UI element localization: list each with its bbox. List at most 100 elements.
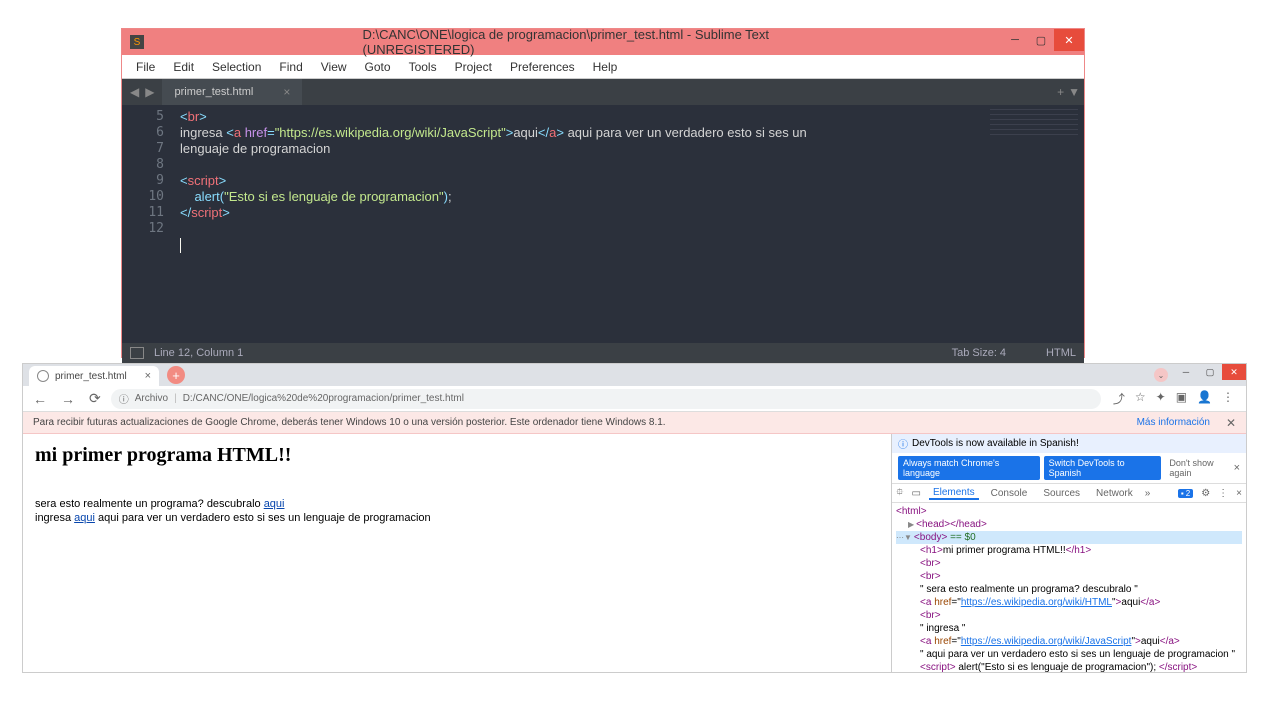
tab-search-icon[interactable]: ⌄ [1154,368,1168,382]
statusbar: Line 12, Column 1 Tab Size: 4 HTML [122,343,1084,363]
toolbar-actions: ⤴ ☆ ✦ ▣ 👤 ⋮ [1107,390,1240,407]
menu-preferences[interactable]: Preferences [502,58,583,76]
elements-tree[interactable]: <html> ▶<head></head> ⋯▼<body> == $0 <h1… [892,503,1246,672]
chrome-tabstrip: primer_test.html × + ⌄ ─ ▢ ✕ [23,364,1246,386]
page-link[interactable]: aqui [264,498,285,510]
menu-file[interactable]: File [128,58,163,76]
code-area[interactable]: <br> ingresa <a href="https://es.wikiped… [172,105,1084,343]
tab-title: primer_test.html [55,371,127,382]
menu-goto[interactable]: Goto [357,58,399,76]
sublime-tabbar: ◀ ▶ primer_test.html × + ▼ [122,79,1084,105]
banner-actions: Always match Chrome's language Switch De… [892,453,1246,483]
new-tab-icon[interactable]: + [1057,85,1064,99]
profile-icon[interactable]: 👤 [1197,390,1212,407]
tab-menu-icon[interactable]: ▼ [1068,85,1080,99]
window-controls: ─ ▢ ✕ [1002,33,1084,51]
tab-close-icon[interactable]: × [283,85,290,99]
menu-help[interactable]: Help [585,58,626,76]
info-icon[interactable]: ⓘ [119,391,129,406]
line-number: 11 [122,205,164,221]
devtools-language-banner: ⓘ DevTools is now available in Spanish! [892,434,1246,453]
line-number: 6 [122,125,164,141]
update-infobar: Para recibir futuras actualizaciones de … [23,412,1246,434]
line-number: 8 [122,157,164,173]
issues-badge[interactable]: ▪ 2 [1178,489,1193,498]
forward-button[interactable]: → [57,391,79,407]
line-number: 5 [122,109,164,125]
infobar-close-icon[interactable]: ✕ [1226,416,1236,430]
tab-sources[interactable]: Sources [1039,488,1084,499]
tab-close-icon[interactable]: × [145,370,151,382]
page-link[interactable]: aqui [74,512,95,524]
sublime-title: D:\CANC\ONE\logica de programacion\prime… [363,27,844,57]
address-label: Archivo [135,393,168,404]
info-icon: ⓘ [898,436,908,451]
menu-view[interactable]: View [313,58,355,76]
favicon-icon [37,370,49,382]
sublime-text-window: S D:\CANC\ONE\logica de programacion\pri… [121,28,1085,358]
reload-button[interactable]: ⟳ [85,390,105,407]
switch-spanish-button[interactable]: Switch DevTools to Spanish [1044,456,1162,480]
maximize-button[interactable]: ▢ [1028,29,1054,51]
browser-tab[interactable]: primer_test.html × [29,366,159,386]
address-path: D:/CANC/ONE/logica%20de%20programacion/p… [183,393,464,404]
line-number: 9 [122,173,164,189]
match-language-button[interactable]: Always match Chrome's language [898,456,1040,480]
menu-edit[interactable]: Edit [165,58,202,76]
more-tabs-icon[interactable]: » [1145,488,1151,499]
nav-forward-icon[interactable]: ▶ [143,85,156,99]
banner-text: DevTools is now available in Spanish! [912,438,1079,449]
menu-icon[interactable]: ⋮ [1222,390,1234,407]
status-syntax[interactable]: HTML [1046,347,1076,359]
status-cursor-position: Line 12, Column 1 [154,347,243,359]
window-controls: ─ ▢ ✕ [1174,364,1246,380]
share-icon[interactable]: ⤴ [1113,390,1125,407]
device-icon[interactable]: ▭ [912,488,921,499]
minimize-button[interactable]: ─ [1174,364,1198,380]
inspect-icon[interactable]: ⯐ [896,485,904,502]
settings-icon[interactable]: ⚙ [1201,488,1210,499]
banner-close-icon[interactable]: × [1234,462,1240,474]
tab-network[interactable]: Network [1092,488,1137,499]
infobar-link[interactable]: Más información [1137,417,1210,428]
menu-selection[interactable]: Selection [204,58,269,76]
sublime-titlebar[interactable]: S D:\CANC\ONE\logica de programacion\pri… [122,29,1084,55]
text-cursor [180,238,181,253]
content-area: mi primer programa HTML!! sera esto real… [23,434,1246,672]
minimize-button[interactable]: ─ [1002,29,1028,51]
line-number: 12 [122,221,164,237]
devtools-panel: ⓘ DevTools is now available in Spanish! … [891,434,1246,672]
devtools-toolbar: ⯐ ▭ Elements Console Sources Network » ▪… [892,483,1246,503]
menu-tools[interactable]: Tools [401,58,445,76]
close-icon[interactable]: × [1236,488,1242,499]
back-button[interactable]: ← [29,391,51,407]
sublime-menubar: File Edit Selection Find View Goto Tools… [122,55,1084,79]
infobar-text: Para recibir futuras actualizaciones de … [33,417,666,428]
menu-find[interactable]: Find [271,58,310,76]
new-tab-button[interactable]: + [167,366,185,384]
menu-project[interactable]: Project [447,58,500,76]
menu-icon[interactable]: ⋮ [1218,488,1228,499]
gutter: 5 6 7 8 9 10 11 12 [122,105,172,343]
line-number: 10 [122,189,164,205]
chrome-toolbar: ← → ⟳ ⓘ Archivo | D:/CANC/ONE/logica%20d… [23,386,1246,412]
close-button[interactable]: ✕ [1222,364,1246,380]
bookmark-icon[interactable]: ☆ [1135,390,1146,407]
sidepanel-icon[interactable]: ▣ [1176,390,1187,407]
page-heading: mi primer programa HTML!! [35,444,879,467]
extensions-icon[interactable]: ✦ [1156,390,1166,407]
minimap[interactable] [984,105,1084,343]
tab-elements[interactable]: Elements [929,487,979,500]
editor-area[interactable]: 5 6 7 8 9 10 11 12 <br> ingresa <a href=… [122,105,1084,343]
maximize-button[interactable]: ▢ [1198,364,1222,380]
panel-icon[interactable] [130,347,144,359]
tab-console[interactable]: Console [987,488,1032,499]
dont-show-button[interactable]: Don't show again [1165,456,1240,480]
tab-label: primer_test.html [174,86,253,98]
status-tabsize[interactable]: Tab Size: 4 [952,347,1006,359]
close-button[interactable]: ✕ [1054,29,1084,51]
nav-back-icon[interactable]: ◀ [128,85,141,99]
editor-tab[interactable]: primer_test.html × [162,79,302,105]
address-bar[interactable]: ⓘ Archivo | D:/CANC/ONE/logica%20de%20pr… [111,389,1101,409]
tab-controls: + ▼ [1057,85,1080,99]
